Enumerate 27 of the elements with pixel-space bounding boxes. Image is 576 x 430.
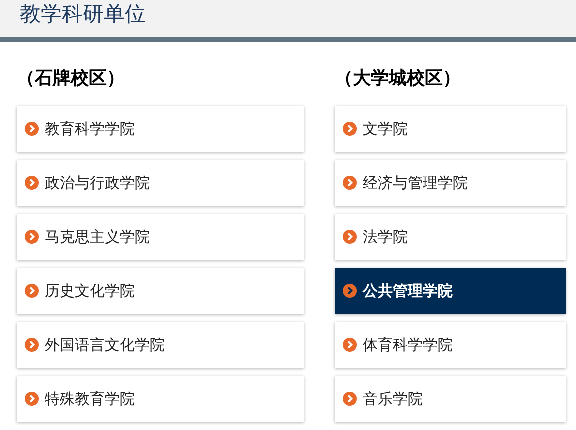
chevron-icon <box>25 392 39 406</box>
chevron-icon <box>343 284 357 298</box>
unit-link[interactable]: 历史文化学院 <box>17 268 304 314</box>
page-title: 教学科研单位 <box>20 4 146 25</box>
unit-link[interactable]: 马克思主义学院 <box>17 214 304 260</box>
unit-link[interactable]: 公共管理学院 <box>335 268 566 314</box>
chevron-icon <box>25 338 39 352</box>
chevron-icon <box>343 176 357 190</box>
chevron-icon <box>25 230 39 244</box>
unit-link[interactable]: 政治与行政学院 <box>17 160 304 206</box>
chevron-icon <box>343 122 357 136</box>
chevron-icon <box>343 230 357 244</box>
unit-link[interactable]: 经济与管理学院 <box>335 160 566 206</box>
unit-link[interactable]: 外国语言文化学院 <box>17 322 304 368</box>
chevron-icon <box>343 392 357 406</box>
chevron-icon <box>25 284 39 298</box>
chevron-icon <box>343 338 357 352</box>
unit-link[interactable]: 法学院 <box>335 214 566 260</box>
unit-link[interactable]: 体育科学学院 <box>335 322 566 368</box>
unit-link[interactable]: 音乐学院 <box>335 376 566 422</box>
campus-heading: （石牌校区） <box>17 66 125 90</box>
campus-heading: （大学城校区） <box>335 66 461 90</box>
unit-link[interactable]: 文学院 <box>335 106 566 152</box>
unit-link[interactable]: 特殊教育学院 <box>17 376 304 422</box>
chevron-icon <box>25 122 39 136</box>
unit-link[interactable]: 教育科学学院 <box>17 106 304 152</box>
chevron-icon <box>25 176 39 190</box>
